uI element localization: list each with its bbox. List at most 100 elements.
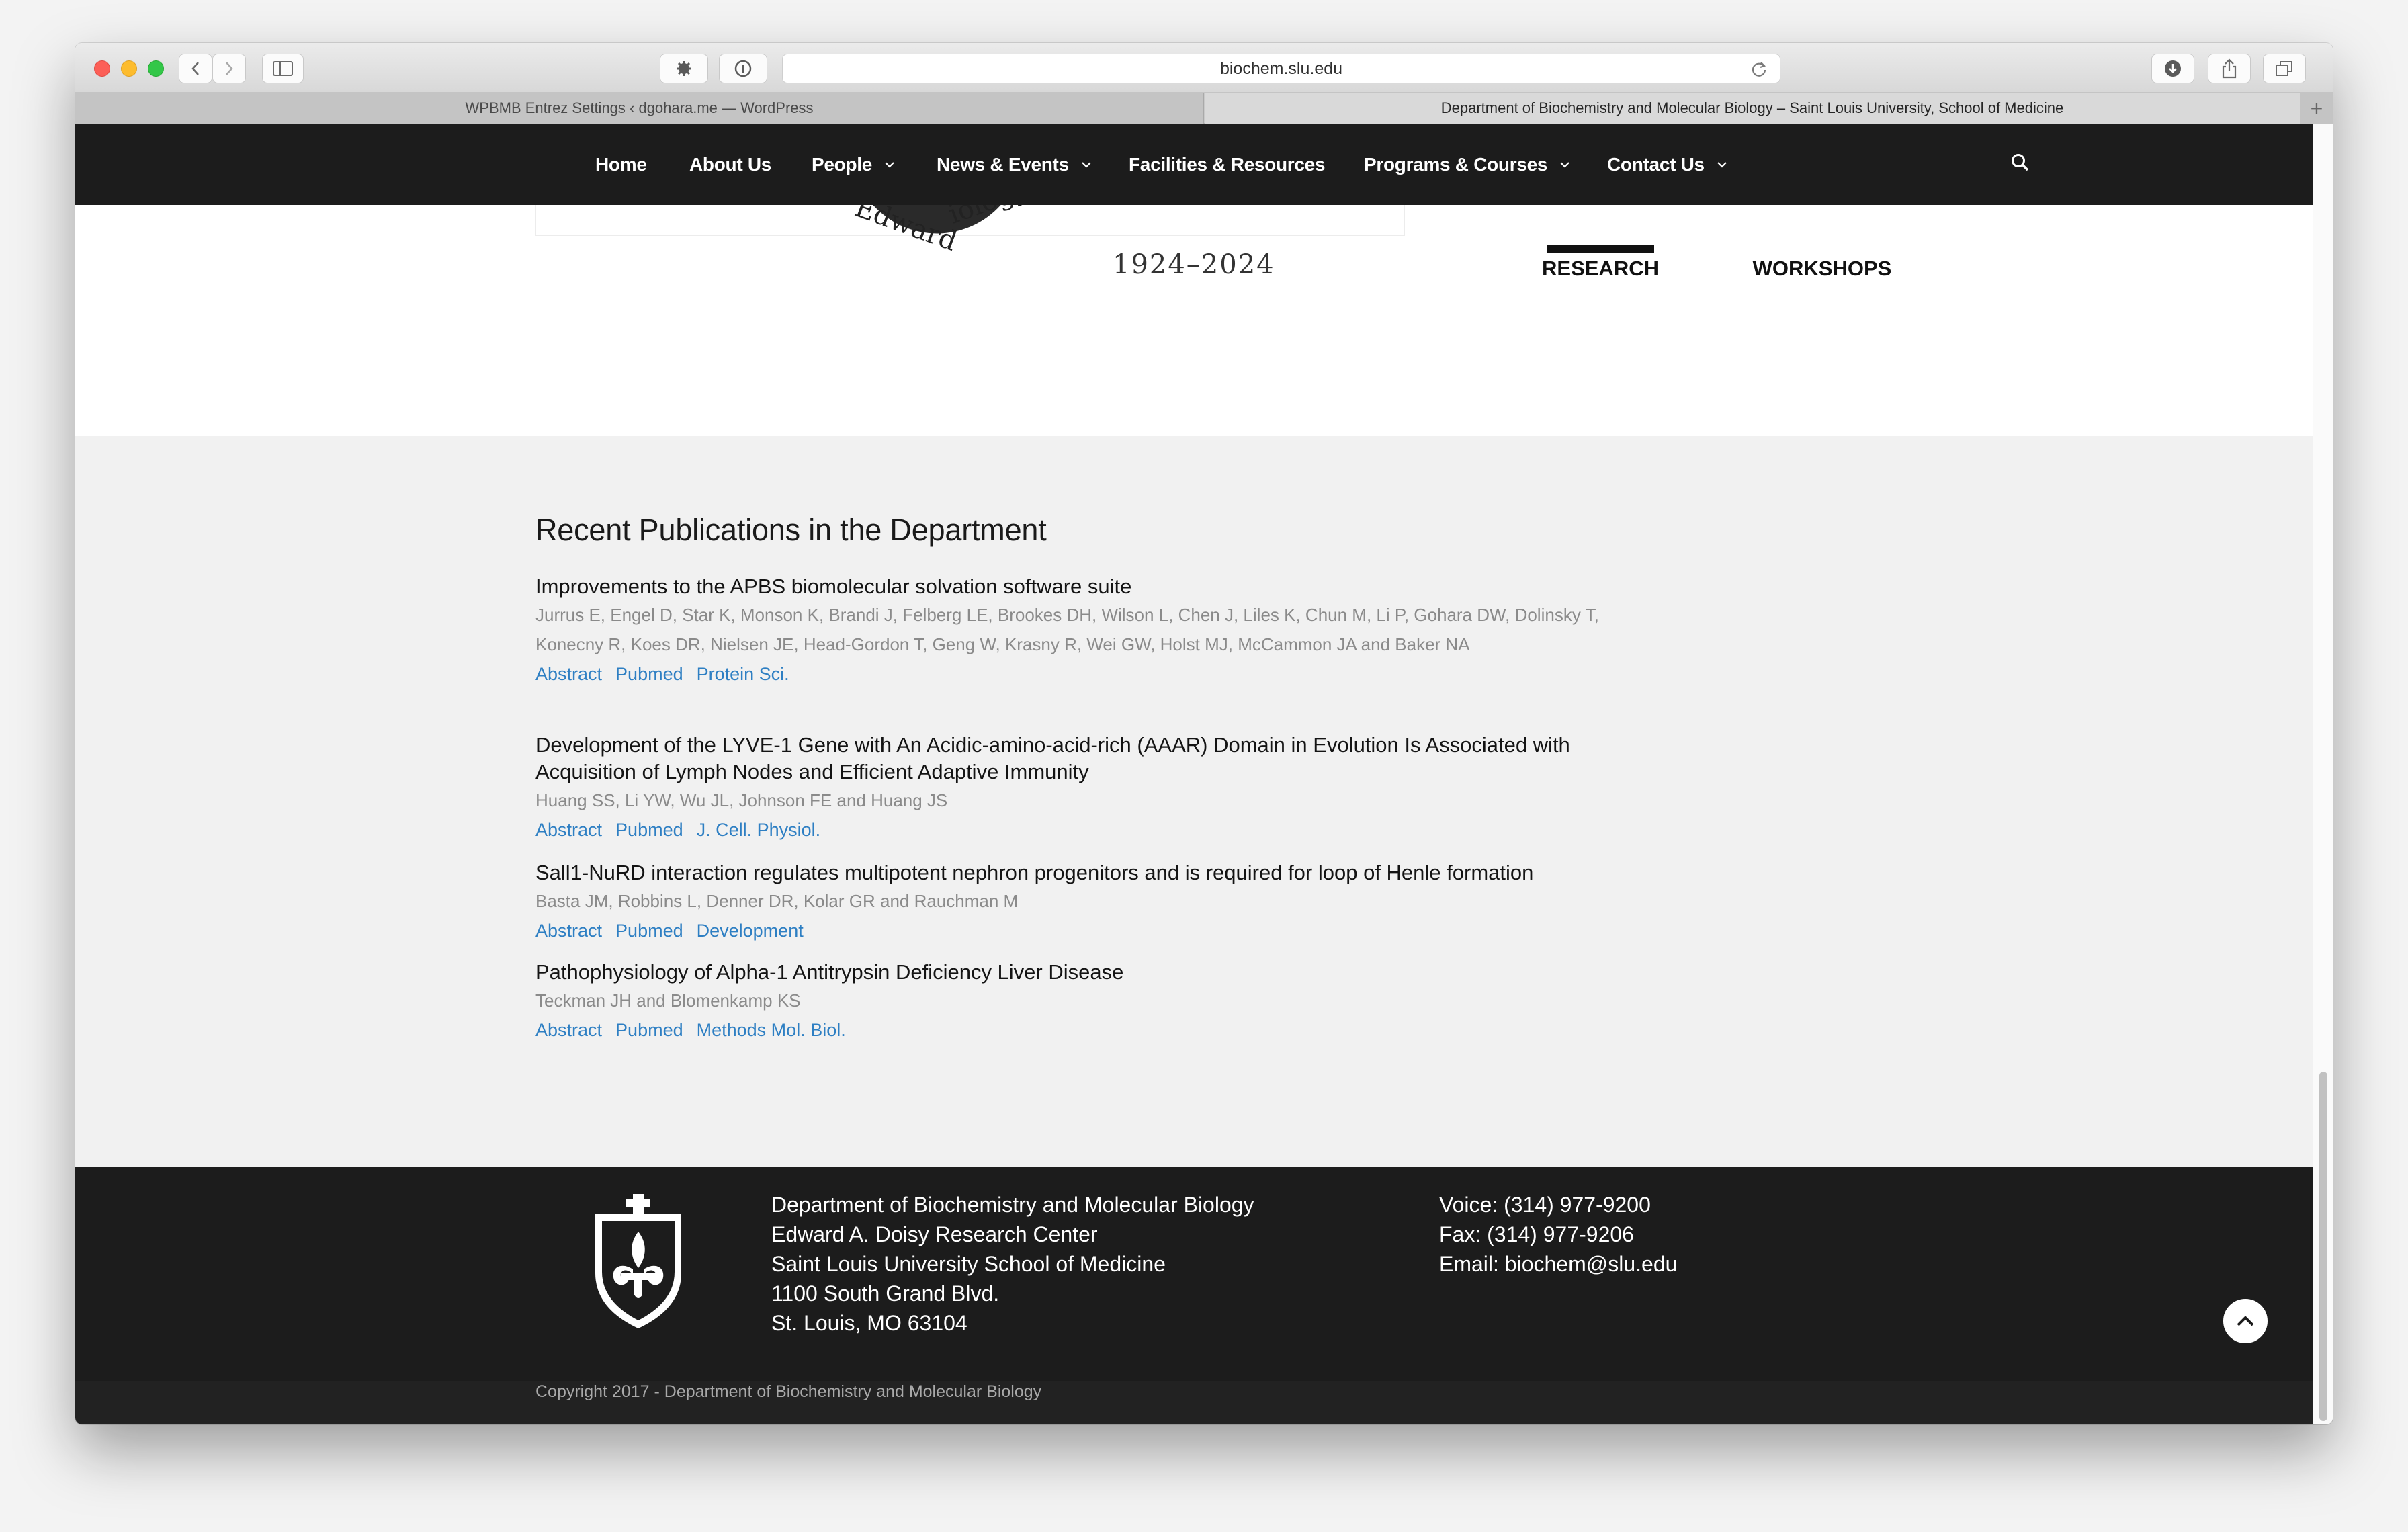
publication-item: Development of the LYVE-1 Gene with An A… xyxy=(535,732,1624,845)
publication-links: Abstract Pubmed Protein Sci. xyxy=(535,659,1624,689)
page-scrollbar[interactable] xyxy=(2313,124,2333,1424)
tab-label: Department of Biochemistry and Molecular… xyxy=(1440,99,2064,116)
chevron-right-icon xyxy=(226,62,233,75)
nav-facilities-resources[interactable]: Facilities & Resources xyxy=(1129,124,1326,205)
pubmed-link[interactable]: Pubmed xyxy=(615,916,683,945)
copyright-text: Copyright 2017 - Department of Biochemis… xyxy=(535,1382,1042,1401)
centennial-years: 1924–2024 xyxy=(1113,249,1275,280)
search-icon[interactable] xyxy=(2010,153,2030,173)
recent-publications-section: Recent Publications in the Department Im… xyxy=(75,436,2313,1167)
publication-title: Development of the LYVE-1 Gene with An A… xyxy=(535,733,1570,783)
chevron-down-icon xyxy=(1717,162,1727,168)
close-window-button[interactable] xyxy=(94,60,110,77)
publication-authors: Huang SS, Li YW, Wu JL, Johnson FE and H… xyxy=(535,790,948,810)
reload-icon[interactable] xyxy=(1750,60,1768,78)
summer-research-label: RESEARCH xyxy=(1542,257,1659,280)
browser-toolbar: biochem.slu.edu xyxy=(75,43,2333,93)
publication-item: Pathophysiology of Alpha-1 Antitrypsin D… xyxy=(535,959,1624,1045)
nav-label: People xyxy=(812,154,873,175)
pubmed-link[interactable]: Pubmed xyxy=(615,815,683,845)
publication-title: Sall1-NuRD interaction regulates multipo… xyxy=(535,861,1534,884)
tabs-icon xyxy=(2276,61,2292,76)
sidebar-icon xyxy=(273,61,293,76)
journal-link[interactable]: J. Cell. Physiol. xyxy=(697,815,821,845)
nav-label: Programs & Courses xyxy=(1364,154,1548,175)
extension-button[interactable] xyxy=(660,54,708,83)
chevron-left-icon xyxy=(191,62,199,75)
share-button[interactable] xyxy=(2208,54,2251,83)
chevron-down-icon xyxy=(885,162,894,168)
publication-authors: Basta JM, Robbins L, Denner DR, Kolar GR… xyxy=(535,891,1019,911)
forward-button[interactable] xyxy=(212,54,246,83)
journal-link[interactable]: Protein Sci. xyxy=(697,659,789,689)
nav-label: Contact Us xyxy=(1607,154,1705,175)
chevron-down-icon xyxy=(1560,162,1570,168)
nav-about-us[interactable]: About Us xyxy=(689,124,771,205)
address-line: Department of Biochemistry and Molecular… xyxy=(771,1193,1254,1217)
workshops-label: WORKSHOPS xyxy=(1752,257,1892,280)
workshops-link[interactable]: WORKSHOPS xyxy=(1728,256,1916,282)
slu-crest-logo[interactable] xyxy=(591,1194,685,1332)
phone-fax: Fax: (314) 977-9206 xyxy=(1439,1222,1634,1246)
publication-links: Abstract Pubmed Development xyxy=(535,916,1624,945)
nav-label: Home xyxy=(595,154,647,175)
nav-contact-us[interactable]: Contact Us xyxy=(1607,124,1727,205)
email-link[interactable]: Email: biochem@slu.edu xyxy=(1439,1249,1677,1279)
summer-research-link[interactable]: RESEARCH xyxy=(1500,244,1701,282)
section-heading: Recent Publications in the Department xyxy=(535,513,1047,547)
footer-bottom-bar: Copyright 2017 - Department of Biochemis… xyxy=(75,1381,2313,1424)
minimize-window-button[interactable] xyxy=(121,60,137,77)
publication-item: Sall1-NuRD interaction regulates multipo… xyxy=(535,859,1624,945)
zoom-window-button[interactable] xyxy=(148,60,164,77)
publication-title: Pathophysiology of Alpha-1 Antitrypsin D… xyxy=(535,960,1124,984)
nav-label: Facilities & Resources xyxy=(1129,154,1326,175)
address-line: 1100 South Grand Blvd. xyxy=(771,1281,1000,1306)
back-button[interactable] xyxy=(179,54,212,83)
nav-label: About Us xyxy=(689,154,772,175)
publication-links: Abstract Pubmed Methods Mol. Biol. xyxy=(535,1015,1624,1045)
department-address: Department of Biochemistry and Molecular… xyxy=(771,1190,1254,1338)
contact-info: Voice: (314) 977-9200 Fax: (314) 977-920… xyxy=(1439,1190,1677,1279)
publication-links: Abstract Pubmed J. Cell. Physiol. xyxy=(535,815,1624,845)
new-tab-button[interactable]: + xyxy=(2300,93,2333,124)
sidebar-toggle-button[interactable] xyxy=(262,54,304,83)
abstract-link[interactable]: Abstract xyxy=(535,916,602,945)
summer-label-cut xyxy=(1500,244,1701,256)
tab-label: WPBMB Entrez Settings ‹ dgohara.me — Wor… xyxy=(465,99,814,116)
info-circle-icon xyxy=(734,60,752,77)
chevron-up-icon xyxy=(2237,1316,2254,1326)
nav-programs-courses[interactable]: Programs & Courses xyxy=(1364,124,1570,205)
publication-title: Improvements to the APBS biomolecular so… xyxy=(535,574,1132,598)
pubmed-link[interactable]: Pubmed xyxy=(615,1015,683,1045)
address-line: Edward A. Doisy Research Center xyxy=(771,1222,1098,1246)
scrollbar-thumb[interactable] xyxy=(2319,1072,2327,1421)
tab-wordpress-settings[interactable]: WPBMB Entrez Settings ‹ dgohara.me — Wor… xyxy=(75,93,1204,124)
address-line: Saint Louis University School of Medicin… xyxy=(771,1252,1166,1276)
phone-voice: Voice: (314) 977-9200 xyxy=(1439,1193,1651,1217)
journal-link[interactable]: Methods Mol. Biol. xyxy=(697,1015,846,1045)
site-footer: Department of Biochemistry and Molecular… xyxy=(75,1167,2313,1381)
download-icon xyxy=(2165,60,2181,77)
nav-news-events[interactable]: News & Events xyxy=(937,124,1092,205)
abstract-link[interactable]: Abstract xyxy=(535,815,602,845)
nav-home[interactable]: Home xyxy=(595,124,647,205)
main-navigation: Home About Us People News & Events Facil… xyxy=(75,124,2313,205)
privacy-report-button[interactable] xyxy=(719,54,767,83)
abstract-link[interactable]: Abstract xyxy=(535,659,602,689)
scroll-to-top-button[interactable] xyxy=(2221,1297,2270,1345)
downloads-button[interactable] xyxy=(2151,54,2194,83)
web-page: Edward iology 1924–2024 RESEARCH WORKSHO… xyxy=(75,124,2313,1424)
publication-authors: Jurrus E, Engel D, Star K, Monson K, Bra… xyxy=(535,605,1599,654)
share-icon xyxy=(2222,58,2237,79)
nav-label: News & Events xyxy=(937,154,1069,175)
pubmed-link[interactable]: Pubmed xyxy=(615,659,683,689)
browser-window: biochem.slu.edu WPBMB Entrez Settings ‹ … xyxy=(75,43,2333,1424)
tab-biochem-department[interactable]: Department of Biochemistry and Molecular… xyxy=(1205,93,2300,124)
publication-authors: Teckman JH and Blomenkamp KS xyxy=(535,990,801,1011)
abstract-link[interactable]: Abstract xyxy=(535,1015,602,1045)
tab-bar: WPBMB Entrez Settings ‹ dgohara.me — Wor… xyxy=(75,93,2333,124)
address-bar[interactable]: biochem.slu.edu xyxy=(782,54,1780,83)
nav-people[interactable]: People xyxy=(812,124,895,205)
journal-link[interactable]: Development xyxy=(697,916,804,945)
tab-overview-button[interactable] xyxy=(2263,54,2306,83)
